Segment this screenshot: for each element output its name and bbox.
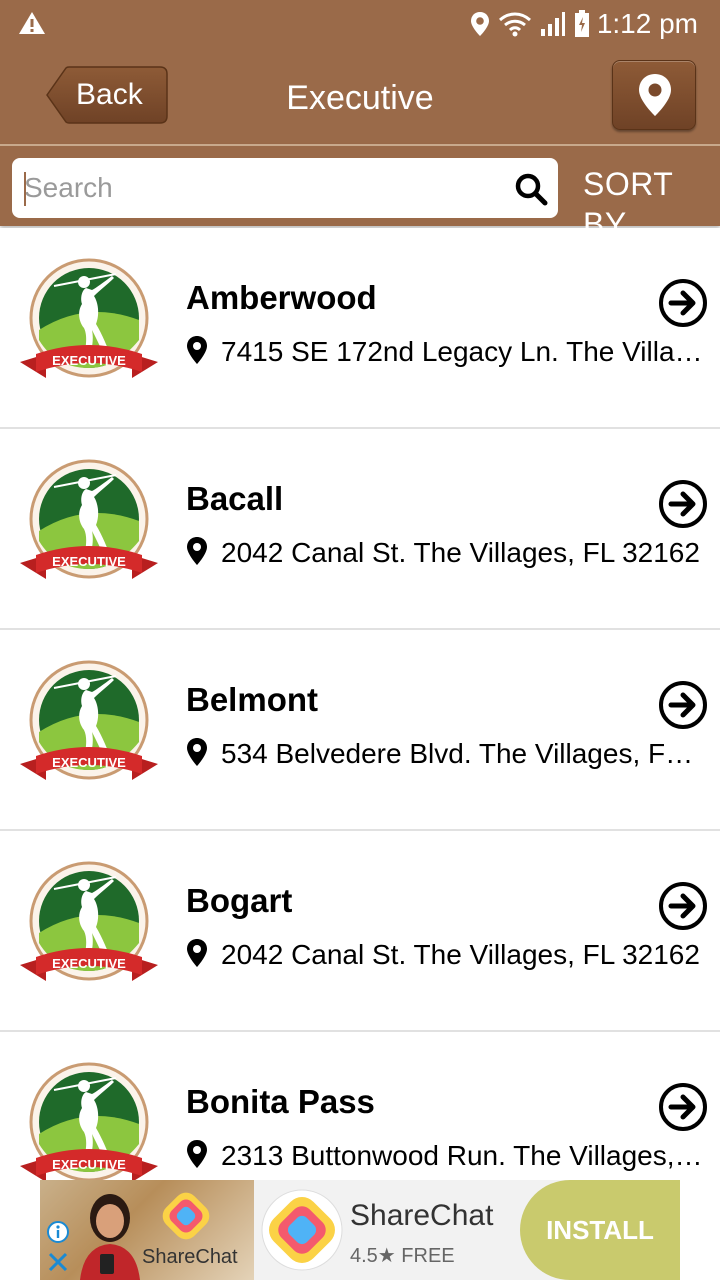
search-bar: SORT BY: [0, 144, 720, 242]
course-name: Amberwood: [186, 279, 377, 316]
executive-golf-logo: EXECUTIVE: [20, 660, 158, 780]
course-address: 2042 Canal St. The Villages, FL 32162: [221, 939, 700, 970]
ad-banner[interactable]: ShareChat ShareChat 4.5★ FREE INSTALL: [40, 1180, 680, 1280]
search-box: [12, 158, 558, 218]
status-bar: 1:12 pm: [0, 0, 720, 48]
executive-golf-logo: EXECUTIVE: [20, 459, 158, 579]
search-icon[interactable]: [514, 172, 548, 206]
install-button[interactable]: INSTALL: [520, 1180, 680, 1280]
course-list: EXECUTIVE Amberwood 7415 SE 172nd Legacy…: [0, 228, 720, 1180]
app-bar: Back Executive: [0, 48, 720, 144]
arrow-right-circle-icon[interactable]: [658, 881, 708, 931]
location-pin-icon: [187, 336, 207, 364]
battery-icon: [575, 10, 589, 37]
course-address: 7415 SE 172nd Legacy Ln. The Villages, F…: [221, 336, 707, 367]
executive-golf-logo: EXECUTIVE: [20, 258, 158, 378]
logo-badge-text: EXECUTIVE: [52, 755, 126, 770]
course-name: Bacall: [186, 480, 284, 517]
course-name: Bogart: [186, 882, 293, 919]
ad-brand-name: ShareChat: [350, 1199, 494, 1232]
ad-close-icon[interactable]: [46, 1250, 70, 1274]
ad-image[interactable]: ShareChat: [40, 1180, 254, 1280]
search-input[interactable]: [24, 166, 504, 210]
signal-icon: [541, 12, 565, 36]
warning-icon: [19, 12, 45, 34]
map-pin-icon: [639, 74, 671, 116]
page-title: Executive: [286, 79, 434, 117]
list-item[interactable]: EXECUTIVE Bogart 2042 Canal St. The Vill…: [0, 831, 720, 1032]
location-pin-icon: [187, 738, 207, 766]
back-button[interactable]: Back: [46, 66, 168, 124]
sharechat-logo: [261, 1189, 343, 1271]
ad-small-brand: ShareChat: [142, 1246, 238, 1268]
arrow-right-circle-icon[interactable]: [658, 278, 708, 328]
back-button-label: Back: [76, 78, 143, 111]
list-item[interactable]: EXECUTIVE Amberwood 7415 SE 172nd Legacy…: [0, 228, 720, 429]
executive-golf-logo: EXECUTIVE: [20, 1062, 158, 1180]
course-address: 2042 Canal St. The Villages, FL 32162: [221, 537, 700, 568]
arrow-right-circle-icon[interactable]: [658, 479, 708, 529]
executive-golf-logo: EXECUTIVE: [20, 861, 158, 981]
location-pin-icon: [187, 1140, 207, 1168]
ad-rating: 4.5★ FREE: [350, 1245, 455, 1267]
location-icon: [471, 12, 489, 36]
logo-badge-text: EXECUTIVE: [52, 554, 126, 569]
arrow-right-circle-icon[interactable]: [658, 1082, 708, 1132]
list-item[interactable]: EXECUTIVE Belmont 534 Belvedere Blvd. Th…: [0, 630, 720, 831]
location-pin-icon: [187, 537, 207, 565]
status-time: 1:12 pm: [596, 8, 698, 39]
arrow-right-circle-icon[interactable]: [658, 680, 708, 730]
logo-badge-text: EXECUTIVE: [52, 353, 126, 368]
course-address: 534 Belvedere Blvd. The Villages, FL 321…: [221, 738, 707, 769]
list-item[interactable]: EXECUTIVE Bonita Pass 2313 Buttonwood Ru…: [0, 1032, 720, 1180]
location-pin-icon: [187, 939, 207, 967]
course-address: 2313 Buttonwood Run. The Villages, FL 32…: [221, 1140, 707, 1171]
status-icons: [470, 10, 590, 38]
logo-badge-text: EXECUTIVE: [52, 956, 126, 971]
list-item[interactable]: EXECUTIVE Bacall 2042 Canal St. The Vill…: [0, 429, 720, 630]
text-cursor: [24, 172, 26, 206]
course-name: Belmont: [186, 681, 318, 718]
map-button[interactable]: [612, 60, 696, 130]
wifi-icon: [499, 12, 531, 37]
course-name: Bonita Pass: [186, 1083, 375, 1120]
person-image: [80, 1194, 140, 1280]
sharechat-logo-small: [162, 1192, 210, 1240]
ad-info-icon[interactable]: [46, 1220, 70, 1244]
logo-badge-text: EXECUTIVE: [52, 1157, 126, 1172]
